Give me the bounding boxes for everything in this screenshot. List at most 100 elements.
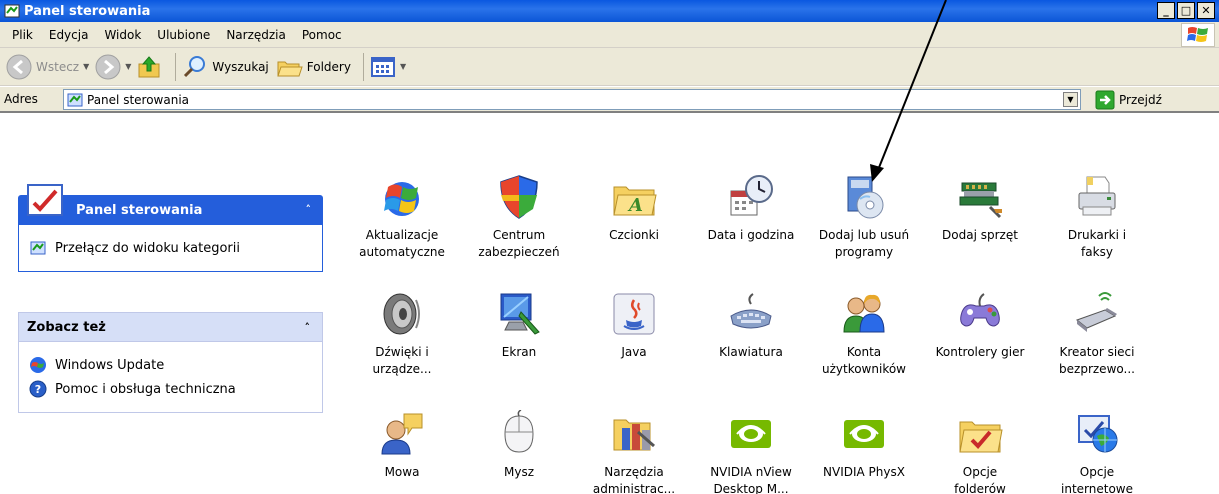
- toolbar-separator: [175, 52, 177, 81]
- folders-icon: [277, 61, 303, 76]
- control-panel-item[interactable]: Kontrolery gier: [918, 290, 1042, 361]
- see-also-header[interactable]: Zobacz też ˄: [18, 312, 323, 342]
- maximize-button[interactable]: □: [1177, 2, 1195, 19]
- control-panel-item[interactable]: Kreator sieci bezprzewo...: [1035, 290, 1159, 378]
- address-bar: Adres Panel sterowania ▼ Przejdź: [0, 87, 1219, 113]
- mouse-icon: [504, 410, 534, 453]
- switch-to-category-view-link[interactable]: Przełącz do widoku kategorii: [29, 239, 312, 257]
- menu-tools[interactable]: Narzędzia: [218, 28, 294, 42]
- control-panel-item[interactable]: Konta użytkowników: [802, 290, 926, 378]
- collapse-chevron-icon[interactable]: ˄: [305, 321, 311, 334]
- folders-button[interactable]: Foldery: [275, 54, 351, 80]
- menu-favorites[interactable]: Ulubione: [149, 28, 218, 42]
- item-label-line1: Konta: [846, 345, 882, 359]
- control-panel-item[interactable]: NVIDIA PhysX: [802, 410, 926, 481]
- control-panel-item[interactable]: Aktualizacje automatyczne: [340, 173, 464, 261]
- item-label-line2: bezprzewo...: [1059, 362, 1135, 376]
- menu-file[interactable]: Plik: [4, 28, 41, 42]
- item-label-line2: urządze...: [372, 362, 432, 376]
- windows-update-icon: [30, 357, 46, 373]
- item-label-line1: Klawiatura: [719, 345, 783, 359]
- control-panel-item[interactable]: NVIDIA nView Desktop M...: [689, 410, 813, 494]
- chevron-down-icon[interactable]: ▼: [125, 62, 131, 71]
- add-remove-programs-icon: [847, 176, 884, 219]
- item-label-line1: Opcje: [962, 465, 998, 479]
- item-label-line1: Dźwięki i: [375, 345, 429, 359]
- menu-view[interactable]: Widok: [96, 28, 149, 42]
- control-panel-item[interactable]: Opcje folderów: [918, 410, 1042, 494]
- item-label-line2: zabezpieczeń: [478, 245, 560, 259]
- control-panel-item[interactable]: Ekran: [457, 290, 581, 361]
- hardware-icon: [959, 182, 1002, 219]
- window-title: Panel sterowania: [24, 3, 151, 19]
- toolbar-separator: [362, 52, 364, 81]
- address-input[interactable]: Panel sterowania ▼: [63, 89, 1081, 110]
- item-label-line1: Czcionki: [609, 228, 659, 242]
- control-panel-item[interactable]: Mowa: [340, 410, 464, 481]
- item-label-line1: NVIDIA PhysX: [823, 465, 905, 479]
- control-panel-header[interactable]: Panel sterowania ˄: [18, 184, 323, 225]
- forward-arrow-icon: [95, 54, 121, 79]
- control-panel-item[interactable]: Drukarki i faksy: [1035, 173, 1159, 261]
- back-button[interactable]: Wstecz ▼: [6, 54, 89, 80]
- wireless-network-icon: [1075, 292, 1117, 332]
- control-panel-item[interactable]: Dźwięki i urządze...: [340, 290, 464, 378]
- windows-update-icon: [384, 182, 419, 216]
- chevron-down-icon[interactable]: ▼: [83, 62, 89, 71]
- search-button[interactable]: Wyszukaj: [182, 54, 269, 80]
- windows-update-link[interactable]: Windows Update: [29, 356, 312, 374]
- chevron-down-icon[interactable]: ▼: [400, 62, 406, 71]
- folder-options-icon: [959, 421, 1003, 453]
- control-panel-item[interactable]: A Czcionki: [572, 173, 696, 244]
- see-also-body: Windows Update ? Pomoc i obsługa technic…: [18, 342, 323, 413]
- menu-help[interactable]: Pomoc: [294, 28, 350, 42]
- forward-button[interactable]: ▼: [95, 54, 131, 80]
- help-support-link[interactable]: ? Pomoc i obsługa techniczna: [29, 380, 312, 398]
- close-button[interactable]: ✕: [1197, 2, 1215, 19]
- minimize-button[interactable]: _: [1157, 2, 1175, 19]
- control-panel-title: Panel sterowania: [76, 202, 203, 218]
- toolbar: Wstecz ▼ ▼ Wyszukaj Foldery ▼: [0, 48, 1219, 86]
- item-label-line2: administrac...: [592, 482, 676, 494]
- speaker-icon: [383, 293, 420, 335]
- item-label-line1: Narzędzia: [604, 465, 664, 479]
- views-button[interactable]: ▼: [370, 55, 406, 79]
- control-panel-icon: [67, 93, 83, 106]
- collapse-chevron-icon[interactable]: ˄: [306, 203, 312, 216]
- control-panel-item[interactable]: Dodaj sprzęt: [918, 173, 1042, 244]
- windows-update-label: Windows Update: [55, 357, 165, 373]
- item-label-line1: Dodaj lub usuń: [818, 228, 910, 242]
- chevron-down-icon[interactable]: ▼: [1063, 92, 1078, 107]
- control-panel-item[interactable]: Java: [572, 290, 696, 361]
- go-button[interactable]: Przejdź: [1095, 90, 1162, 110]
- menu-edit[interactable]: Edycja: [41, 28, 97, 42]
- nvidia-icon: [844, 420, 884, 448]
- control-panel-item[interactable]: Opcje internetowe: [1035, 410, 1159, 494]
- control-panel-item[interactable]: Narzędzia administrac...: [572, 410, 696, 494]
- control-panel-items: Aktualizacje automatyczne Centrum zabezpiec…: [340, 115, 1219, 494]
- search-label: Wyszukaj: [212, 59, 269, 74]
- address-value: Panel sterowania: [87, 92, 189, 107]
- item-label-line2: automatyczne: [359, 245, 445, 259]
- keyboard-icon: [730, 293, 772, 329]
- control-panel-icon: [4, 4, 20, 18]
- control-panel-box: Panel sterowania ˄ Przełącz do widoku ka…: [18, 184, 323, 272]
- control-panel-item[interactable]: Klawiatura: [689, 290, 813, 361]
- see-also-box: Zobacz też ˄ Windows Update ? Pomoc i ob…: [18, 312, 323, 413]
- item-label-line2: użytkowników: [821, 362, 906, 376]
- control-panel-item[interactable]: Centrum zabezpieczeń: [457, 173, 581, 261]
- up-folder-button[interactable]: [137, 54, 163, 80]
- clock-calendar-icon: [730, 175, 773, 216]
- control-panel-item[interactable]: Dodaj lub usuń programy: [802, 173, 926, 261]
- item-label-line2: programy: [834, 245, 894, 259]
- control-panel-item[interactable]: Mysz: [457, 410, 581, 481]
- title-bar[interactable]: Panel sterowania _ □ ✕: [0, 0, 1219, 22]
- item-label-line1: NVIDIA nView: [710, 465, 792, 479]
- item-label-line1: Kontrolery gier: [935, 345, 1025, 359]
- item-label-line1: Ekran: [501, 345, 537, 359]
- nvidia-icon: [731, 420, 771, 448]
- control-panel-item[interactable]: Data i godzina: [689, 173, 813, 244]
- item-label-line2: folderów: [954, 482, 1006, 494]
- control-panel-body: Przełącz do widoku kategorii: [18, 225, 323, 272]
- java-icon: [613, 293, 655, 335]
